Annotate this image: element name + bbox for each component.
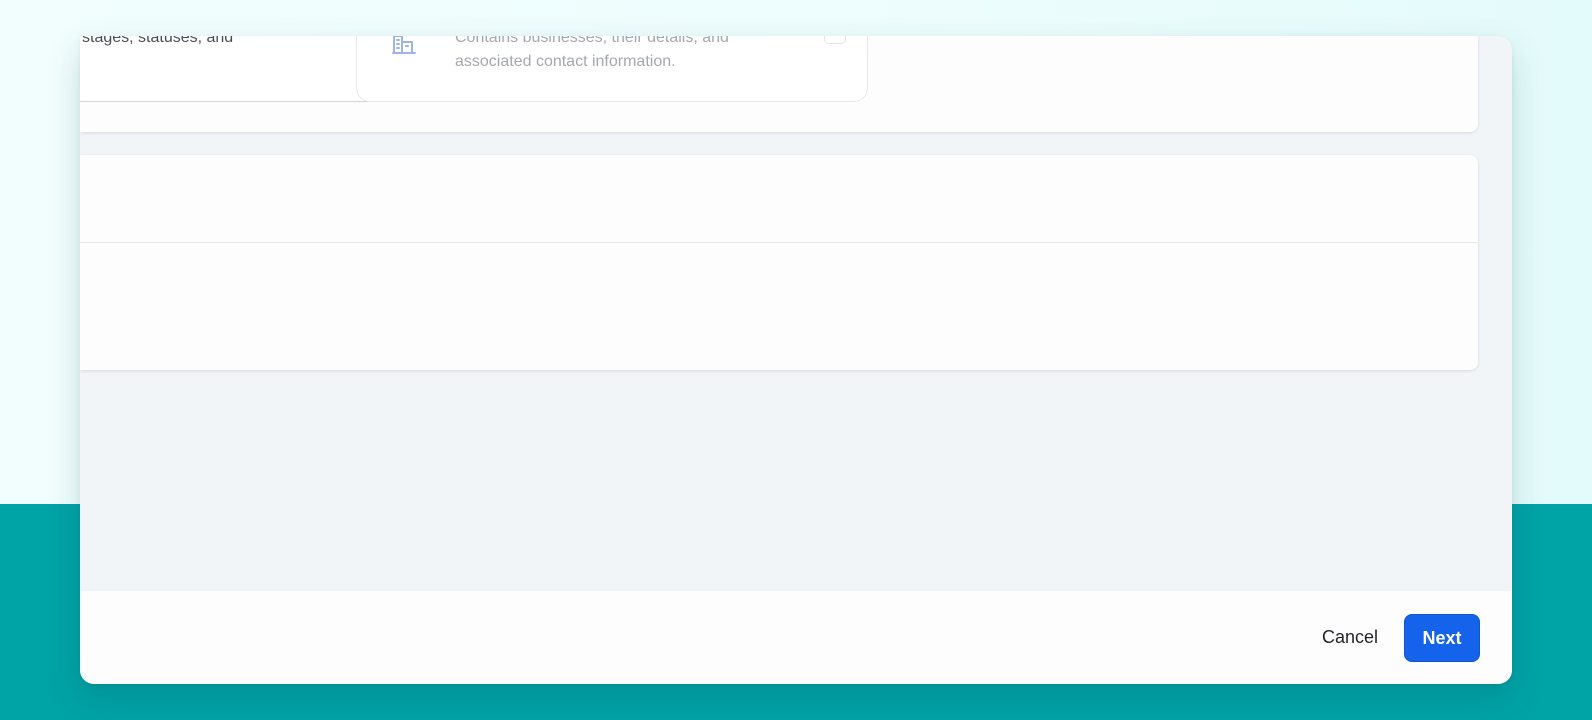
template-card-companies[interactable]: Contains businesses, their details, and …: [356, 36, 868, 102]
cancel-button[interactable]: Cancel: [1310, 614, 1390, 660]
panel-divider: [80, 242, 1478, 243]
template-card-checkbox[interactable]: [824, 36, 846, 44]
modal-footer: Cancel Next: [80, 591, 1512, 684]
next-button[interactable]: Next: [1404, 614, 1480, 662]
wizard-modal: stages, statuses, and Contains businesse…: [80, 36, 1512, 684]
template-selection-panel: stages, statuses, and Contains businesse…: [80, 36, 1478, 132]
template-card-description: stages, statuses, and: [82, 36, 234, 46]
settings-panel: [80, 155, 1478, 370]
template-card-description: Contains businesses, their details, and …: [455, 36, 729, 70]
building-icon: [391, 36, 417, 54]
